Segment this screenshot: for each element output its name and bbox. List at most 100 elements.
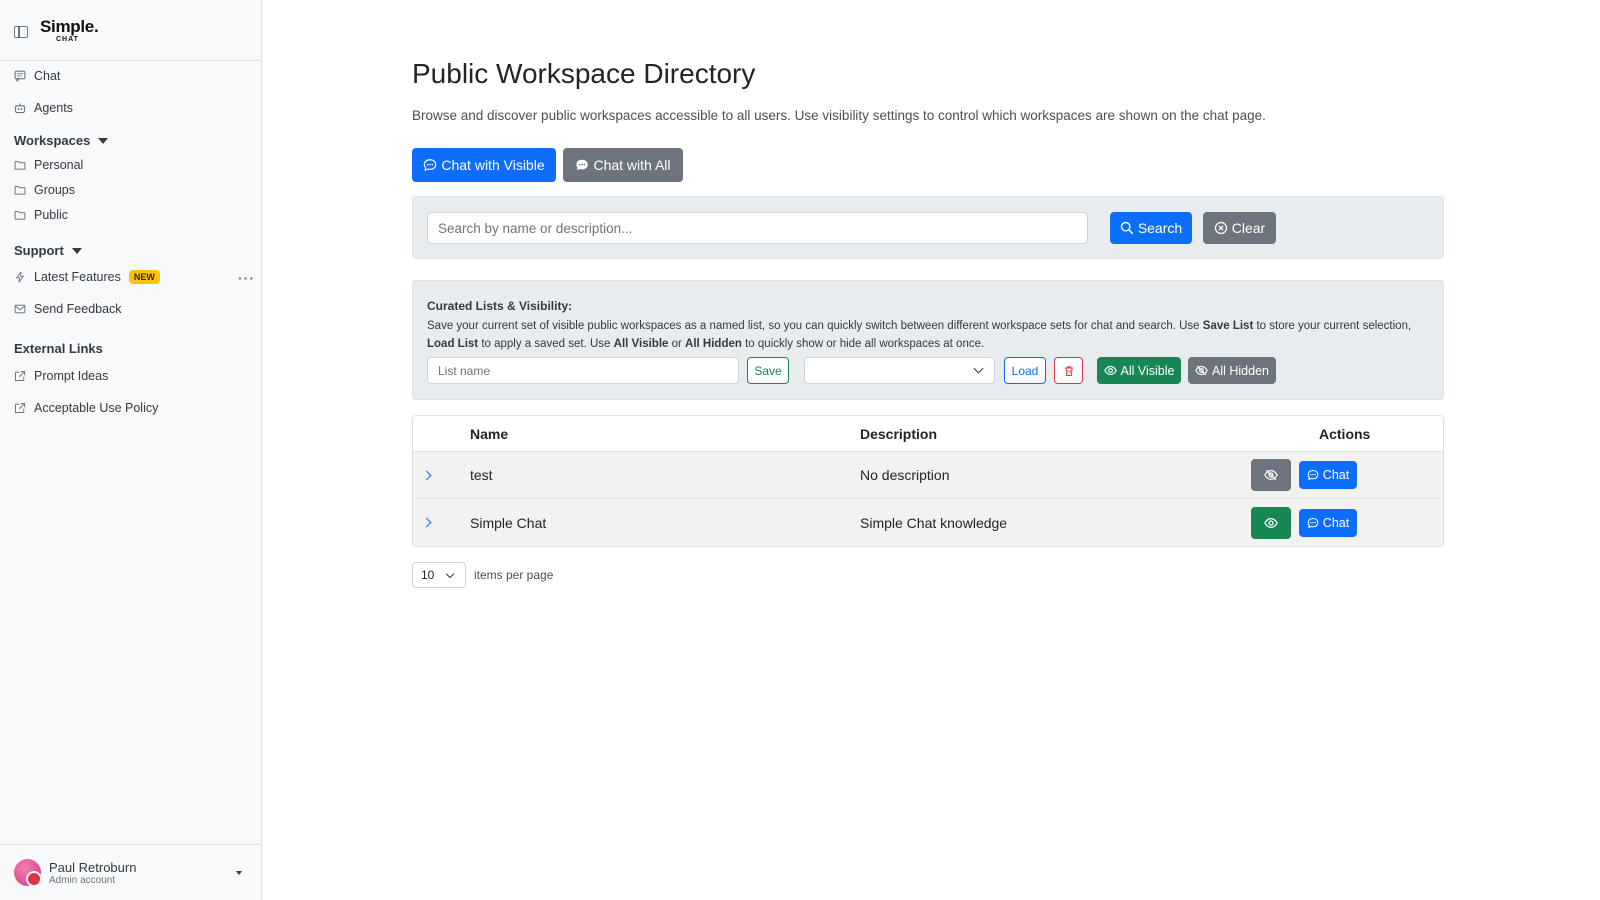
save-list-button[interactable]: Save: [747, 357, 789, 384]
x-circle-icon: [1214, 221, 1228, 235]
items-per-page-select[interactable]: 10: [412, 562, 466, 588]
logo-subtext: CHAT: [56, 35, 79, 43]
button-label: All Visible: [1120, 363, 1175, 378]
list-name-input[interactable]: [427, 357, 739, 384]
column-header-name[interactable]: Name: [470, 416, 508, 451]
table-row: Simple Chat Simple Chat knowledge Chat: [413, 499, 1443, 546]
all-visible-button[interactable]: All Visible: [1097, 357, 1181, 384]
all-hidden-button[interactable]: All Hidden: [1188, 357, 1276, 384]
chat-button[interactable]: Chat: [1299, 461, 1357, 489]
chevron-down-icon: [973, 363, 984, 374]
table-header: Name Description Actions: [413, 416, 1443, 452]
sidebar-item-chat[interactable]: Chat: [14, 69, 60, 83]
logo-text: Simple.: [40, 16, 99, 36]
eye-icon: [1264, 516, 1278, 530]
sidebar-section-workspaces[interactable]: Workspaces: [14, 133, 109, 148]
sidebar-item-label: Personal: [34, 158, 84, 172]
page-description: Browse and discover public workspaces ac…: [412, 108, 1266, 123]
search-input[interactable]: [427, 212, 1088, 244]
workspace-description: No description: [860, 467, 950, 483]
sidebar-header: Simple. CHAT: [0, 0, 261, 61]
user-role: Admin account: [49, 874, 116, 886]
eye-slash-icon: [1195, 364, 1208, 377]
workspace-table: Name Description Actions test No descrip…: [412, 415, 1444, 547]
sidebar-item-label: Public: [34, 208, 69, 222]
select-value: 10: [421, 568, 435, 582]
sidebar-item-latest-features[interactable]: Latest Features NEW: [14, 270, 160, 284]
search-button[interactable]: Search: [1110, 212, 1192, 244]
sidebar-toggle-icon[interactable]: [14, 26, 28, 38]
button-label: Search: [1137, 220, 1183, 236]
clear-button[interactable]: Clear: [1203, 212, 1276, 244]
curated-title: Curated Lists & Visibility:: [427, 299, 573, 313]
lightning-icon: [14, 271, 26, 283]
toggle-visibility-button[interactable]: [1251, 506, 1291, 539]
button-label: Chat with Visible: [441, 157, 545, 173]
caret-down-icon: [98, 137, 109, 144]
delete-list-button[interactable]: [1054, 357, 1083, 384]
sidebar-item-label: Send Feedback: [34, 302, 122, 316]
app-logo[interactable]: Simple. CHAT: [40, 16, 99, 43]
items-per-page-label: items per page: [474, 568, 554, 582]
chat-dots-icon: [423, 158, 437, 172]
external-link-icon: [14, 370, 26, 382]
load-list-button[interactable]: Load: [1004, 357, 1046, 384]
caret-down-icon: [71, 247, 82, 254]
chevron-right-icon: [421, 517, 432, 528]
sidebar-item-agents[interactable]: Agents: [14, 101, 73, 115]
sidebar-section-support[interactable]: Support: [14, 243, 82, 258]
sidebar-item-label: Agents: [34, 101, 73, 115]
page-title: Public Workspace Directory: [412, 58, 756, 89]
sidebar-item-prompt-ideas[interactable]: Prompt Ideas: [14, 369, 108, 383]
expand-row-toggle[interactable]: [421, 499, 432, 546]
external-link-icon: [14, 402, 26, 414]
section-label: Support: [14, 243, 64, 258]
caret-down-icon: [236, 871, 242, 875]
workspace-description: Simple Chat knowledge: [860, 514, 1008, 531]
more-options-icon[interactable]: ···: [238, 270, 255, 286]
chat-dots-icon: [1307, 469, 1319, 481]
new-badge: NEW: [128, 270, 160, 284]
curated-description: Save your current set of visible public …: [427, 320, 1412, 350]
sidebar-item-label: Prompt Ideas: [34, 369, 109, 383]
curated-lists-panel: Curated Lists & Visibility: Save your cu…: [412, 280, 1444, 400]
sidebar-item-acceptable-use-policy[interactable]: Acceptable Use Policy: [14, 401, 158, 415]
chevron-right-icon: [421, 470, 432, 480]
workspace-name: test: [470, 467, 493, 483]
sidebar-item-label: Latest Features: [34, 270, 121, 284]
button-label: Chat: [1322, 468, 1350, 482]
robot-icon: [14, 102, 26, 114]
sidebar-item-groups[interactable]: Groups: [14, 183, 75, 197]
chat-with-visible-button[interactable]: Chat with Visible: [412, 148, 556, 182]
column-header-actions: Actions: [1319, 425, 1371, 442]
chat-square-icon: [14, 70, 26, 82]
sidebar-item-label: Groups: [34, 183, 75, 197]
button-label: Chat with All: [593, 157, 671, 173]
folder-icon: [14, 184, 26, 196]
column-header-description[interactable]: Description: [860, 416, 937, 451]
button-label: Clear: [1231, 220, 1266, 236]
chat-dots-fill-icon: [575, 158, 589, 172]
sidebar-item-label: Chat: [34, 69, 61, 83]
chat-with-all-button[interactable]: Chat with All: [563, 148, 683, 182]
envelope-icon: [14, 303, 26, 315]
folder-icon: [14, 159, 26, 171]
user-info: Paul Retroburn Admin account: [49, 860, 136, 886]
saved-lists-select[interactable]: [804, 357, 995, 384]
button-label: Chat: [1322, 515, 1350, 530]
folder-icon: [14, 209, 26, 221]
sidebar-item-send-feedback[interactable]: Send Feedback: [14, 302, 122, 316]
sidebar-item-public[interactable]: Public: [14, 208, 68, 222]
user-menu[interactable]: Paul Retroburn Admin account: [0, 844, 261, 900]
chat-button[interactable]: Chat: [1299, 508, 1357, 537]
search-panel: Search Clear: [412, 196, 1444, 259]
trash-icon: [1063, 365, 1075, 377]
user-name: Paul Retroburn: [49, 859, 137, 875]
toggle-visibility-button[interactable]: [1251, 459, 1291, 491]
sidebar-item-personal[interactable]: Personal: [14, 158, 83, 172]
pagination-controls: 10 items per page: [412, 562, 553, 588]
section-label: Workspaces: [14, 133, 91, 148]
sidebar-item-label: Acceptable Use Policy: [34, 401, 159, 415]
eye-icon: [1103, 364, 1117, 377]
expand-row-toggle[interactable]: [421, 452, 432, 498]
